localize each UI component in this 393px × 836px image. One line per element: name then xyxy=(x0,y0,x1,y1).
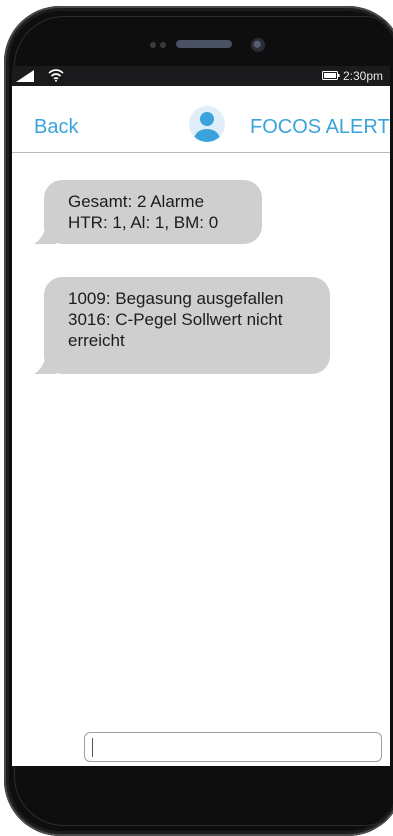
text-caret xyxy=(92,738,93,757)
message-thread: Gesamt: 2 Alarme HTR: 1, Al: 1, BM: 0 10… xyxy=(12,153,390,713)
status-time: 2:30pm xyxy=(343,69,384,83)
sensor-dot xyxy=(160,42,166,48)
incoming-message-bubble[interactable]: Gesamt: 2 Alarme HTR: 1, Al: 1, BM: 0 xyxy=(34,180,262,244)
signal-icon xyxy=(16,70,34,82)
phone-bottom-bezel xyxy=(0,770,393,830)
avatar-silhouette xyxy=(193,112,221,142)
earpiece-speaker xyxy=(176,40,232,48)
message-line: HTR: 1, Al: 1, BM: 0 xyxy=(68,213,219,232)
phone-screen: 2:30pm Back FOCOS ALERT Gesamt: 2 Alarme… xyxy=(12,66,390,766)
wifi-icon xyxy=(48,69,64,82)
bubble-tail xyxy=(34,224,56,244)
phone-top-hardware xyxy=(0,0,393,68)
message-input[interactable] xyxy=(84,732,382,762)
incoming-message-bubble[interactable]: 1009: Begasung ausgefallen 3016: C-Pegel… xyxy=(34,277,330,374)
conversation-header: Back FOCOS ALERT xyxy=(12,86,390,153)
front-camera xyxy=(251,38,265,52)
message-line: 1009: Begasung ausgefallen xyxy=(68,289,284,308)
bubble-tail xyxy=(34,354,56,374)
message-line: erreicht xyxy=(68,331,125,350)
contact-name[interactable]: FOCOS ALERT xyxy=(250,116,390,139)
sensor-dot xyxy=(150,42,156,48)
back-button[interactable]: Back xyxy=(34,116,78,139)
message-line: 3016: C-Pegel Sollwert nicht xyxy=(68,310,283,329)
status-bar: 2:30pm xyxy=(12,66,390,86)
message-line: Gesamt: 2 Alarme xyxy=(68,192,205,211)
battery-icon xyxy=(322,71,340,80)
message-composer xyxy=(12,714,390,766)
person-avatar-icon[interactable] xyxy=(189,106,225,142)
